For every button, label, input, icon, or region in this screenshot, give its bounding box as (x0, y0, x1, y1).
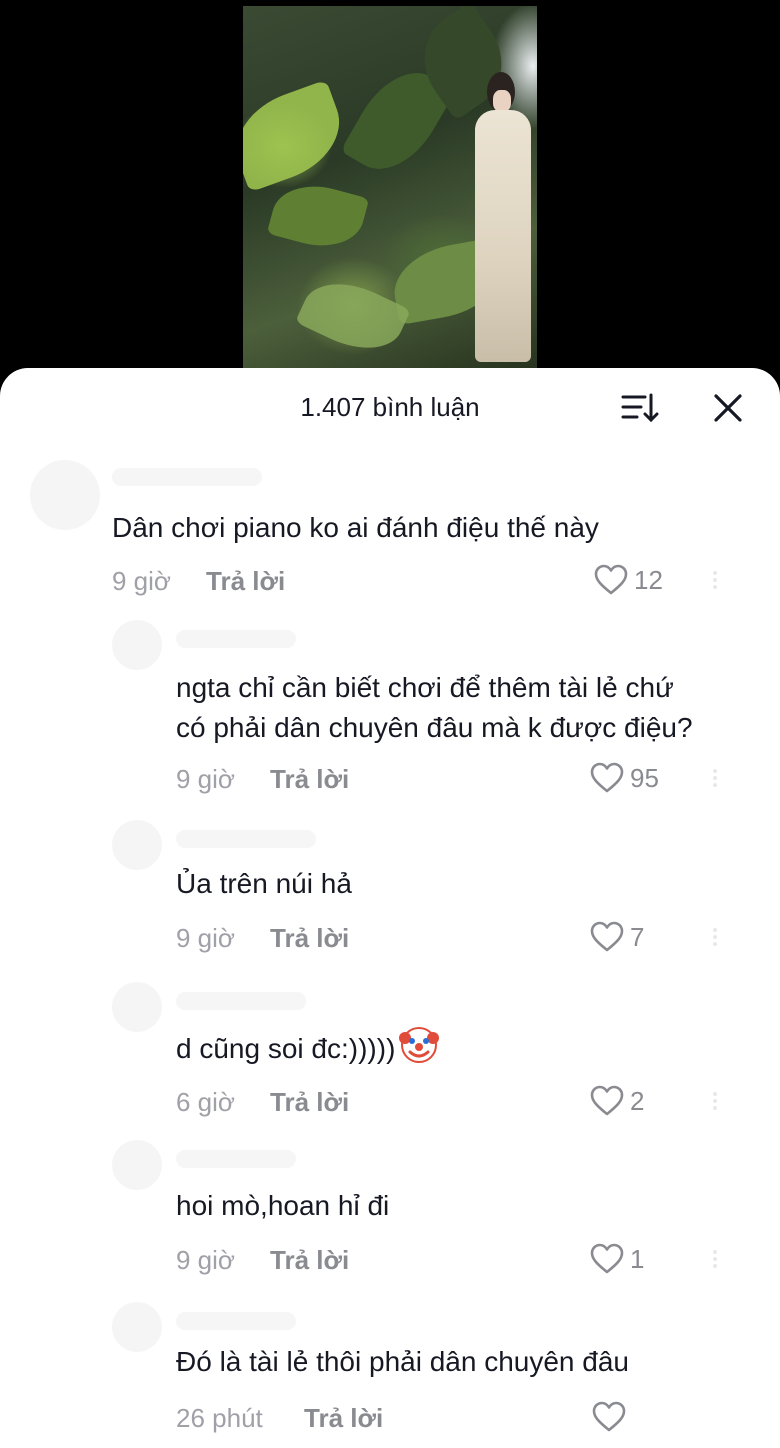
like-button[interactable]: 12 (594, 564, 663, 596)
reply-button[interactable]: Trả lời (304, 1403, 383, 1434)
reply-button[interactable]: Trả lời (270, 1087, 349, 1118)
comment-time: 26 phút (176, 1403, 263, 1433)
video-preview-area (0, 0, 780, 400)
username[interactable] (176, 1312, 296, 1330)
comment-text: hoi mò,hoan hỉ đi (176, 1190, 390, 1221)
like-button[interactable]: 2 (590, 1085, 644, 1117)
like-count: 7 (630, 921, 645, 952)
like-button[interactable] (592, 1401, 632, 1433)
reply-button[interactable]: Trả lời (270, 1245, 349, 1276)
more-options[interactable] (712, 568, 718, 594)
heart-icon (594, 564, 628, 595)
comment-text: Ủa trên núi hả (176, 868, 352, 899)
comment-time: 9 giờ (176, 923, 235, 953)
like-count: 95 (630, 762, 659, 793)
avatar[interactable] (112, 820, 162, 870)
sort-icon (621, 393, 659, 423)
avatar[interactable] (30, 460, 100, 530)
close-button[interactable] (712, 392, 744, 424)
sort-button[interactable] (621, 392, 659, 424)
like-count: 2 (630, 1085, 645, 1116)
comment-time: 9 giờ (176, 764, 235, 794)
heart-icon (592, 1401, 626, 1432)
username[interactable] (176, 1150, 296, 1168)
reply-button[interactable]: Trả lời (206, 566, 285, 597)
avatar[interactable] (112, 982, 162, 1032)
comment-text-line2: có phải dân chuyên đâu mà k được điệu? (176, 712, 693, 743)
reply-button[interactable]: Trả lời (270, 923, 349, 954)
heart-icon (590, 921, 624, 952)
video-thumbnail[interactable] (243, 6, 537, 368)
comment-text: Dân chơi piano ko ai đánh điệu thế này (112, 512, 599, 543)
username[interactable] (176, 992, 306, 1010)
clown-emoji-icon (399, 1027, 440, 1063)
comments-header: 1.407 bình luận (0, 368, 780, 448)
reply-button[interactable]: Trả lời (270, 764, 349, 795)
username[interactable] (176, 830, 316, 848)
comment-text: d cũng soi đc:))))) (176, 1024, 440, 1071)
more-options[interactable] (712, 766, 718, 792)
like-count: 12 (634, 564, 663, 595)
like-button[interactable]: 1 (590, 1243, 644, 1275)
avatar[interactable] (112, 620, 162, 670)
comment-count-title: 1.407 bình luận (300, 392, 480, 422)
comment-time: 6 giờ (176, 1087, 235, 1117)
comment-time: 9 giờ (112, 566, 171, 596)
comment-text: Đó là tài lẻ thôi phải dân chuyên đâu (176, 1346, 629, 1377)
comment-text-line1: ngta chỉ cần biết chơi để thêm tài lẻ ch… (176, 672, 674, 703)
username[interactable] (176, 630, 296, 648)
like-count: 1 (630, 1243, 645, 1274)
more-options[interactable] (712, 1089, 718, 1115)
avatar[interactable] (112, 1140, 162, 1190)
username[interactable] (112, 468, 262, 486)
like-button[interactable]: 95 (590, 762, 659, 794)
more-options[interactable] (712, 925, 718, 951)
avatar[interactable] (112, 1302, 162, 1352)
heart-icon (590, 1243, 624, 1274)
like-button[interactable]: 7 (590, 921, 644, 953)
heart-icon (590, 1085, 624, 1116)
more-options[interactable] (712, 1247, 718, 1273)
comment-time: 9 giờ (176, 1245, 235, 1275)
heart-icon (590, 762, 624, 793)
comment-text-content: d cũng soi đc:))))) (176, 1033, 396, 1064)
close-icon (714, 394, 742, 422)
comments-sheet: 1.407 bình luận Dân chơi piano ko ai đán… (0, 368, 780, 1448)
person-figure (471, 72, 531, 362)
